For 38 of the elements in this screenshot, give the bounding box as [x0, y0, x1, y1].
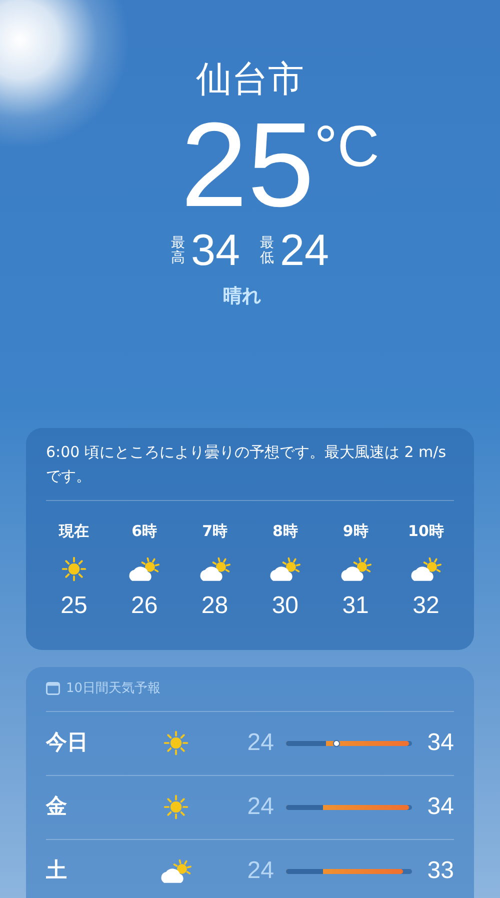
- hour-temperature: 26: [131, 591, 158, 621]
- hour-label: 7時: [202, 521, 228, 541]
- sun-icon: [162, 729, 190, 757]
- day-label: 土: [46, 857, 68, 884]
- sun-behind-cloud-icon: [267, 554, 304, 584]
- sun-icon: [60, 555, 88, 583]
- weather-condition: 晴れ: [223, 284, 261, 309]
- hour-temperature: 25: [60, 591, 88, 621]
- low-temperature: 24: [246, 856, 274, 886]
- temperature-unit: °C: [314, 113, 380, 181]
- calendar-icon: [46, 682, 60, 696]
- hour-label: 9時: [342, 521, 368, 541]
- city-name: 仙台市: [196, 58, 304, 102]
- sun-behind-cloud-icon: [126, 554, 162, 584]
- low-label: 最低: [260, 236, 274, 266]
- low-temperature: 24: [246, 792, 274, 822]
- forecast-summary: 6:00 頃にところにより曇りの予想です。最大風速は 2 m/s です。: [46, 442, 448, 487]
- hour-temperature: 32: [412, 591, 440, 621]
- sun-icon: [162, 793, 190, 821]
- daily-forecast-title: 10日間天気予報: [66, 680, 161, 698]
- high-temperature: 34: [191, 226, 240, 276]
- hour-label: 6時: [132, 521, 158, 541]
- hour-label: 8時: [272, 521, 298, 541]
- high-temperature: 34: [427, 728, 454, 758]
- high-label: 最高: [171, 236, 186, 266]
- hour-temperature: 31: [342, 591, 369, 621]
- day-label: 今日: [46, 729, 89, 756]
- low-temperature: 24: [246, 728, 274, 758]
- high-temperature: 34: [427, 792, 454, 822]
- high-temperature: 33: [427, 856, 454, 886]
- day-label: 金: [46, 793, 68, 820]
- low-temperature: 24: [280, 226, 329, 276]
- hour-temperature: 28: [201, 591, 228, 621]
- sun-behind-cloud-icon: [158, 856, 194, 886]
- hour-label: 現在: [59, 521, 89, 541]
- hour-temperature: 30: [272, 591, 299, 621]
- hour-label: 10時: [408, 521, 444, 541]
- current-temperature: 25: [180, 106, 314, 224]
